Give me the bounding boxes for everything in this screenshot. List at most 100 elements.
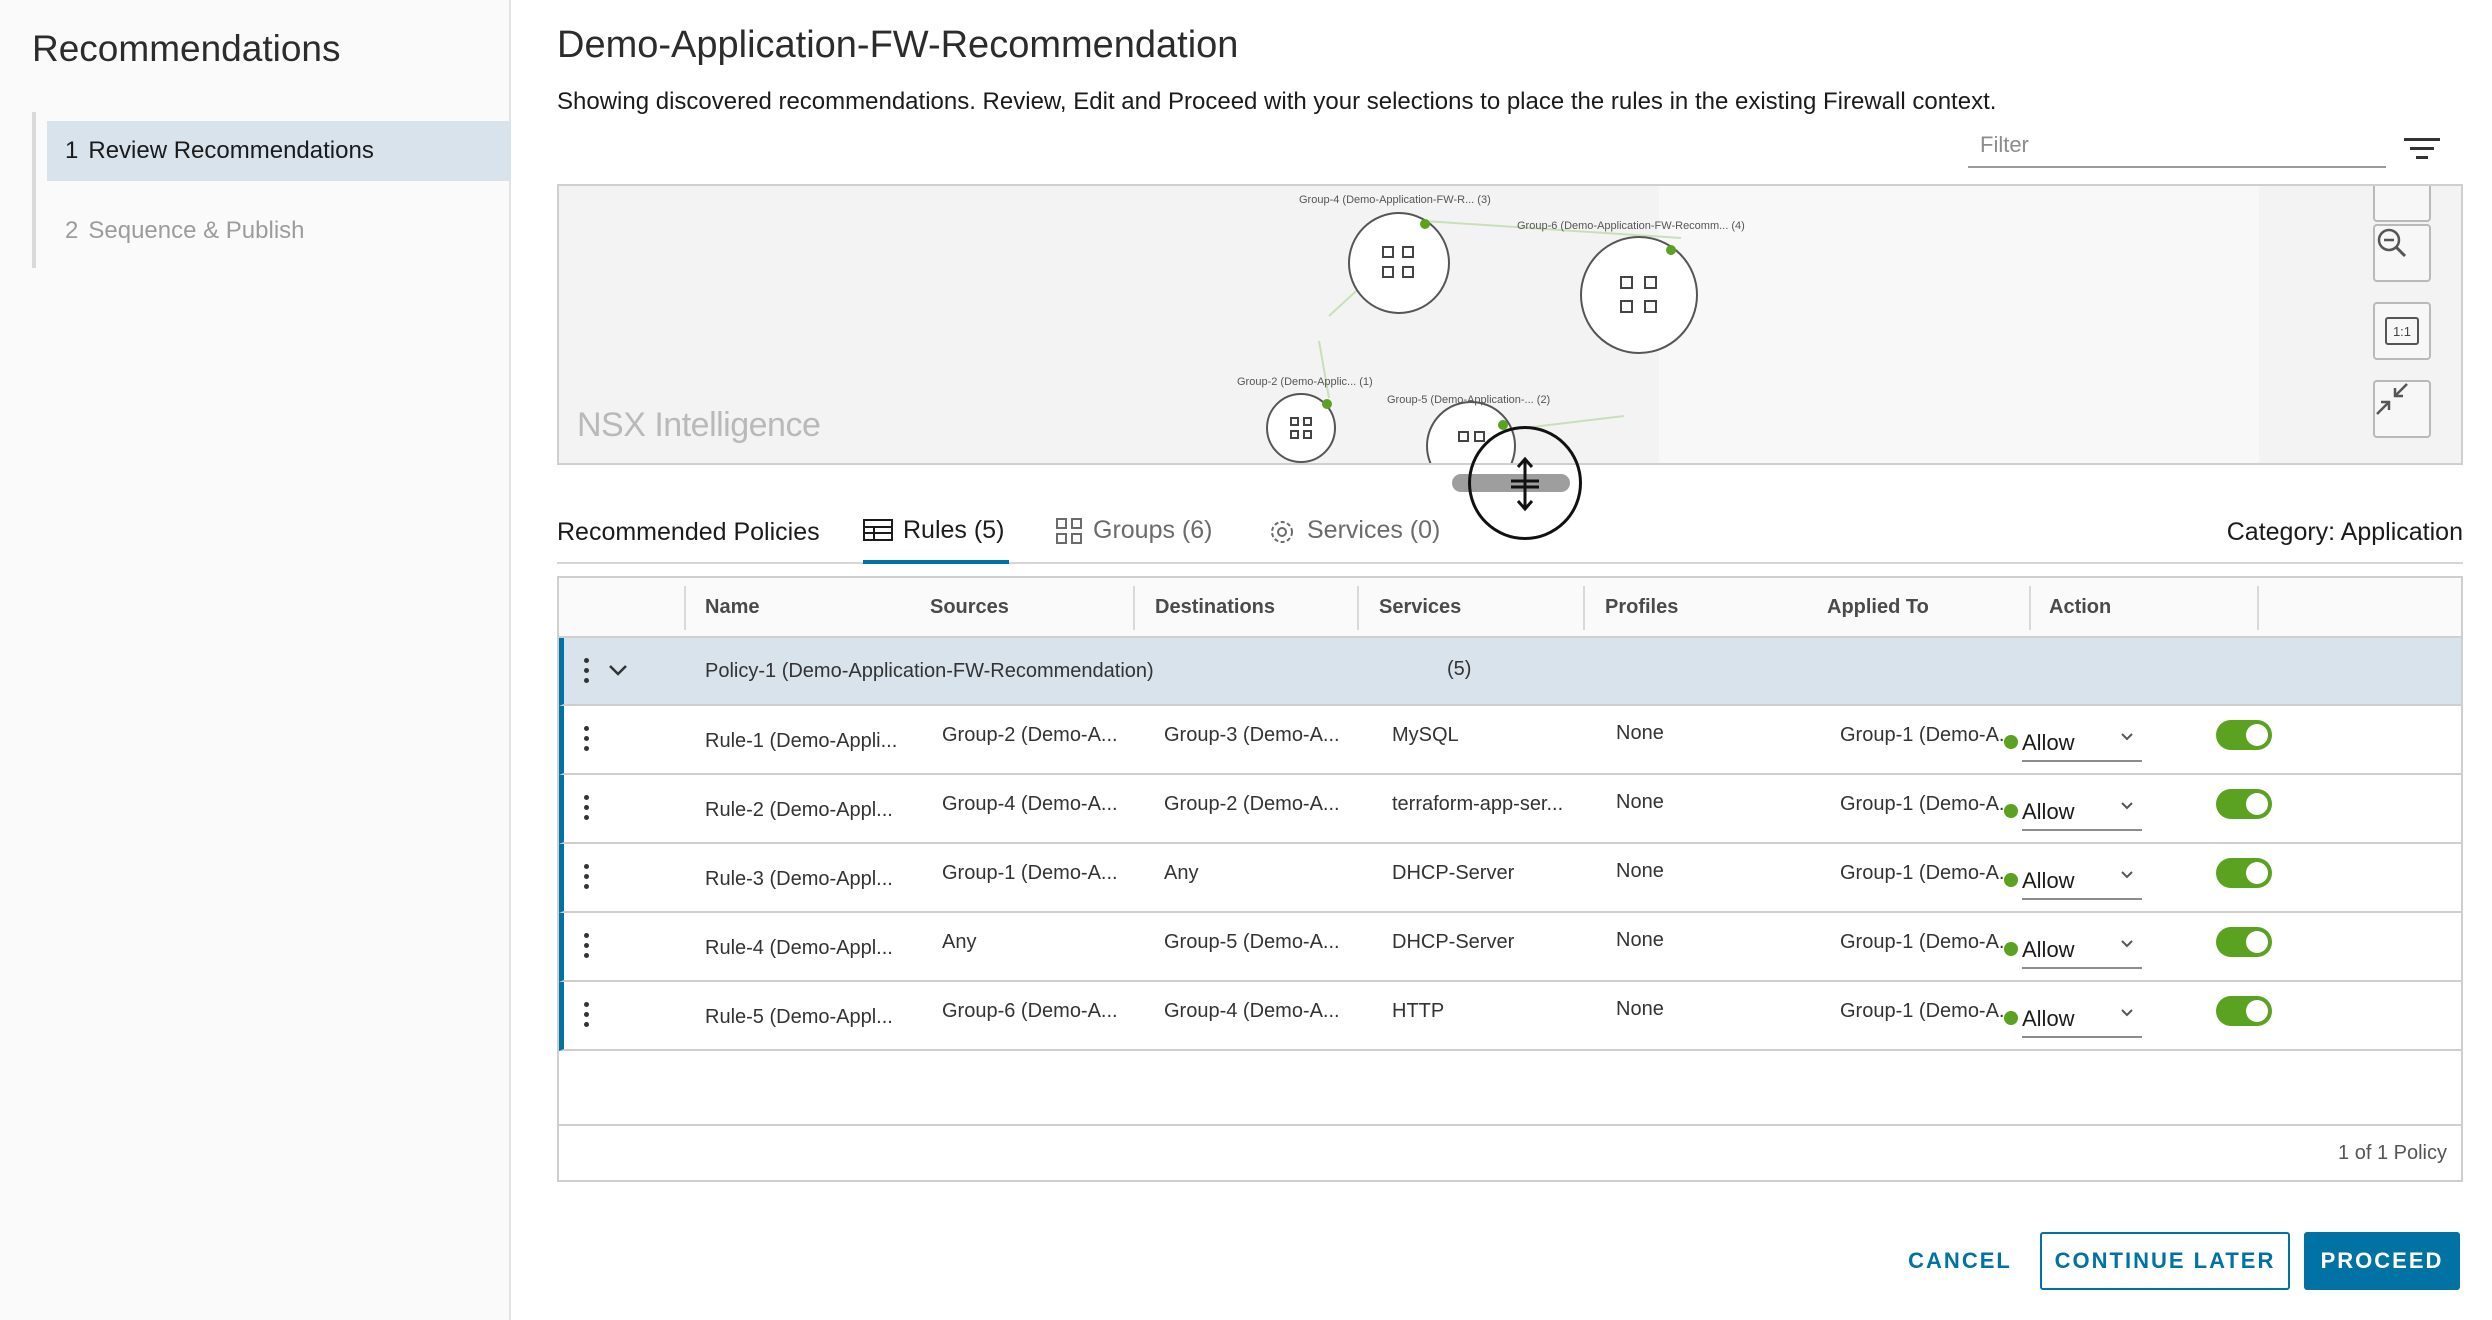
- step-sequence-publish[interactable]: 2 Sequence & Publish: [47, 201, 511, 261]
- kebab-menu-icon[interactable]: [584, 726, 590, 754]
- kebab-menu-icon[interactable]: [584, 933, 590, 961]
- tab-rules[interactable]: Rules (5): [863, 516, 1009, 564]
- topology-graph[interactable]: Group-4 (Demo-Application-FW-R... (3) Gr…: [557, 184, 2463, 465]
- collapse-icon: [2376, 383, 2408, 415]
- cell-services: DHCP-Server: [1392, 931, 1515, 953]
- grid-header: Name Sources Destinations Services Profi…: [559, 578, 2461, 638]
- policy-row[interactable]: Policy-1 (Demo-Application-FW-Recommenda…: [559, 638, 2461, 706]
- cell-services: terraform-app-ser...: [1392, 793, 1564, 815]
- node-label-group-2: Group-2 (Demo-Applic... (1): [1237, 376, 1373, 388]
- cell-destinations: Group-2 (Demo-A...: [1164, 793, 1340, 815]
- tab-services[interactable]: Services (0): [1267, 516, 1457, 564]
- reset-zoom-button[interactable]: 1:1: [2373, 302, 2431, 360]
- kebab-menu-icon[interactable]: [584, 795, 590, 823]
- step-number: 1: [65, 137, 79, 164]
- zoom-out-button[interactable]: [2373, 224, 2431, 282]
- cell-profiles: None: [1616, 860, 1664, 882]
- cell-destinations: Any: [1164, 862, 1199, 884]
- action-label: Allow: [2022, 1006, 2075, 1031]
- tab-groups-label: Groups (6): [1093, 516, 1213, 544]
- column-separator: [684, 586, 686, 630]
- cell-destinations: Group-5 (Demo-A...: [1164, 931, 1340, 953]
- cell-applied-to: Group-1 (Demo-A...: [1840, 793, 2016, 815]
- rule-enabled-toggle[interactable]: [2216, 858, 2272, 888]
- column-header-name[interactable]: Name: [705, 596, 759, 619]
- cell-destinations: Group-3 (Demo-A...: [1164, 724, 1340, 746]
- category-label: Category: Application: [2226, 518, 2463, 546]
- table-row[interactable]: Rule-3 (Demo-Appl... Group-1 (Demo-A... An…: [559, 844, 2461, 913]
- chevron-down-icon: [2121, 1009, 2133, 1017]
- cell-sources: Group-6 (Demo-A...: [942, 1000, 1118, 1022]
- pagination-label: 1 of 1 Policy: [2338, 1142, 2447, 1164]
- continue-later-button[interactable]: CONTINUE LATER: [2040, 1232, 2290, 1290]
- cell-name: Rule-5 (Demo-Appl...: [705, 1006, 893, 1028]
- toggle-knob: [2246, 1000, 2268, 1022]
- tab-rules-label: Rules (5): [903, 516, 1005, 544]
- grid-footer: 1 of 1 Policy: [557, 1124, 2463, 1182]
- allow-status-dot: [2004, 735, 2018, 749]
- cell-profiles: None: [1616, 791, 1664, 813]
- column-header-applied-to[interactable]: Applied To: [1827, 596, 1929, 619]
- cell-sources: Any: [942, 931, 977, 953]
- allow-status-dot: [2004, 1011, 2018, 1025]
- zoom-in-button[interactable]: [2373, 186, 2431, 222]
- column-separator: [1357, 586, 1359, 630]
- table-row[interactable]: Rule-1 (Demo-Appli... Group-2 (Demo-A... G…: [559, 706, 2461, 775]
- rule-enabled-toggle[interactable]: [2216, 996, 2272, 1026]
- action-select[interactable]: Allow: [2004, 722, 2142, 762]
- rule-enabled-toggle[interactable]: [2216, 720, 2272, 750]
- step-review-recommendations[interactable]: 1 Review Recommendations: [47, 121, 511, 181]
- toggle-knob: [2246, 931, 2268, 953]
- table-row[interactable]: Rule-4 (Demo-Appl... Any Group-5 (Demo-A..…: [559, 913, 2461, 982]
- column-header-destinations[interactable]: Destinations: [1155, 596, 1275, 619]
- action-select[interactable]: Allow: [2004, 998, 2142, 1038]
- chevron-down-icon: [2121, 802, 2133, 810]
- tab-groups[interactable]: Groups (6): [1055, 516, 1225, 564]
- toggle-knob: [2246, 724, 2268, 746]
- column-header-sources[interactable]: Sources: [930, 596, 1009, 619]
- kebab-menu-icon[interactable]: [584, 1002, 590, 1030]
- cell-services: MySQL: [1392, 724, 1459, 746]
- cell-profiles: None: [1616, 722, 1664, 744]
- action-select[interactable]: Allow: [2004, 791, 2142, 831]
- table-row[interactable]: Rule-5 (Demo-Appl... Group-6 (Demo-A... Gr…: [559, 982, 2461, 1051]
- table-row[interactable]: Rule-2 (Demo-Appl... Group-4 (Demo-A... Gr…: [559, 775, 2461, 844]
- rule-enabled-toggle[interactable]: [2216, 927, 2272, 957]
- toggle-knob: [2246, 793, 2268, 815]
- cell-profiles: None: [1616, 929, 1664, 951]
- cell-destinations: Group-4 (Demo-A...: [1164, 1000, 1340, 1022]
- column-header-action[interactable]: Action: [2049, 596, 2111, 619]
- column-separator: [2029, 586, 2031, 630]
- action-label: Allow: [2022, 799, 2075, 824]
- column-header-profiles[interactable]: Profiles: [1605, 596, 1678, 619]
- groups-icon: [1056, 518, 1082, 544]
- toggle-knob: [2246, 862, 2268, 884]
- column-separator: [2257, 586, 2259, 630]
- cell-profiles: None: [1616, 998, 1664, 1020]
- kebab-menu-icon[interactable]: [584, 864, 590, 892]
- chevron-down-icon[interactable]: [608, 664, 628, 678]
- cell-applied-to: Group-1 (Demo-A...: [1840, 862, 2016, 884]
- column-header-services[interactable]: Services: [1379, 596, 1461, 619]
- step-number: 2: [65, 217, 79, 244]
- filter-input[interactable]: Filter: [1968, 126, 2386, 168]
- chevron-down-icon: [2121, 871, 2133, 879]
- rule-enabled-toggle[interactable]: [2216, 789, 2272, 819]
- cell-applied-to: Group-1 (Demo-A...: [1840, 931, 2016, 953]
- cell-name: Rule-2 (Demo-Appl...: [705, 799, 893, 821]
- cancel-button[interactable]: CANCEL: [1880, 1232, 2040, 1290]
- action-select[interactable]: Allow: [2004, 929, 2142, 969]
- kebab-menu-icon[interactable]: [584, 658, 590, 686]
- allow-status-dot: [2004, 873, 2018, 887]
- step-label: Sequence & Publish: [88, 217, 305, 244]
- filter-icon[interactable]: [2404, 138, 2440, 160]
- graph-canvas: [559, 186, 2461, 463]
- cell-sources: Group-2 (Demo-A...: [942, 724, 1118, 746]
- proceed-button[interactable]: PROCEED: [2304, 1232, 2460, 1290]
- zoom-out-icon: [2377, 228, 2407, 258]
- collapse-graph-button[interactable]: [2373, 380, 2431, 438]
- chevron-down-icon: [2121, 733, 2133, 741]
- policy-rule-count: (5): [1447, 658, 1472, 680]
- action-select[interactable]: Allow: [2004, 860, 2142, 900]
- allow-status-dot: [2004, 942, 2018, 956]
